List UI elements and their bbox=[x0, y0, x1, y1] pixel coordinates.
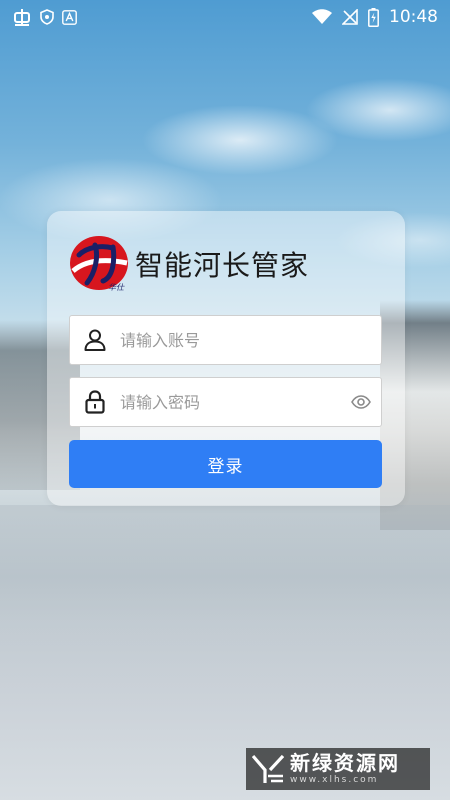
show-password-eye-icon[interactable] bbox=[341, 378, 381, 426]
watermark-text: 新绿资源网 www.xlhs.com bbox=[290, 753, 400, 785]
wifi-icon bbox=[312, 9, 332, 25]
account-field[interactable] bbox=[69, 315, 382, 365]
app-a-icon bbox=[62, 9, 77, 25]
password-input[interactable] bbox=[120, 378, 341, 426]
logo-caption: 华仕 bbox=[108, 283, 124, 292]
user-icon bbox=[70, 316, 120, 364]
battery-charging-icon bbox=[368, 7, 379, 27]
status-bar: 10:48 bbox=[0, 0, 450, 34]
login-button[interactable]: 登录 bbox=[69, 440, 382, 488]
signal-off-icon bbox=[342, 9, 358, 25]
watermark-subtitle: www.xlhs.com bbox=[290, 775, 379, 785]
app-title: 智能河长管家 bbox=[135, 249, 310, 282]
account-input[interactable] bbox=[120, 316, 381, 364]
status-left-icons bbox=[12, 7, 77, 27]
brand-header: 华仕 智能河长管家 bbox=[69, 233, 309, 295]
login-card: 华仕 智能河长管家 登录 bbox=[47, 211, 405, 506]
watermark-title: 新绿资源网 bbox=[290, 751, 400, 775]
watermark-logo-icon bbox=[252, 754, 284, 783]
shield-icon bbox=[40, 9, 54, 25]
password-field[interactable] bbox=[69, 377, 382, 427]
app-logo: 华仕 bbox=[69, 233, 131, 295]
status-time: 10:48 bbox=[389, 7, 438, 27]
watermark: 新绿资源网 www.xlhs.com bbox=[246, 748, 430, 790]
status-right-icons: 10:48 bbox=[312, 7, 438, 27]
carrier-bug-icon bbox=[12, 7, 32, 27]
lock-icon bbox=[70, 378, 120, 426]
